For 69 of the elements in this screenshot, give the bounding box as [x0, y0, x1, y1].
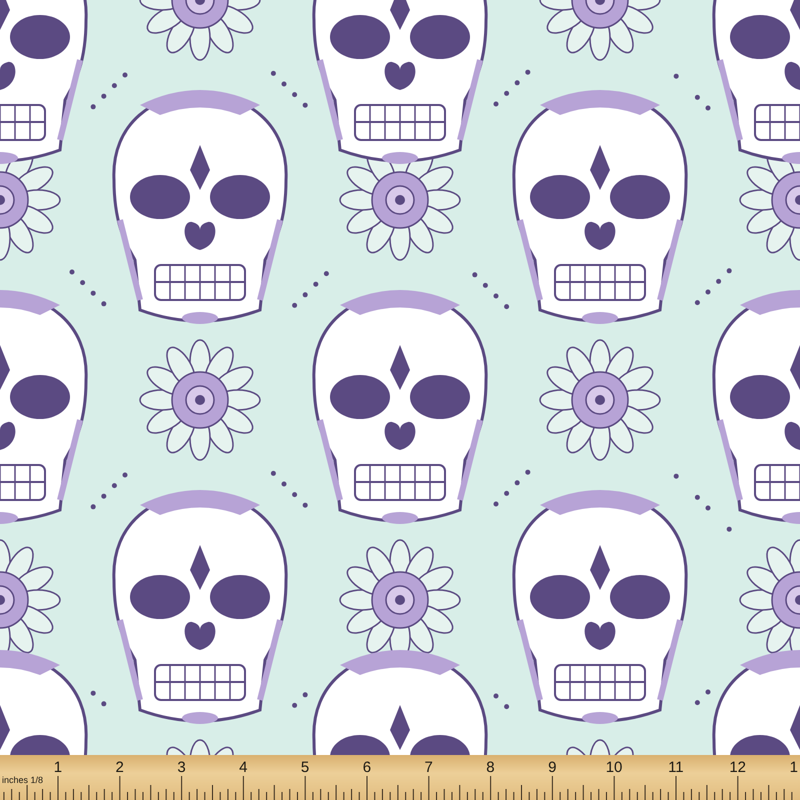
- dot: [112, 483, 117, 488]
- dot: [80, 280, 86, 286]
- dot: [494, 694, 498, 698]
- ruler-number: 10: [604, 759, 624, 777]
- ruler-number: 6: [362, 759, 372, 777]
- dot: [494, 294, 498, 298]
- dot: [482, 282, 488, 288]
- dot: [302, 102, 308, 108]
- dot: [292, 302, 298, 308]
- ruler-number: 7: [424, 759, 434, 777]
- dot: [302, 502, 308, 508]
- dot: [101, 701, 106, 706]
- dot: [694, 494, 700, 500]
- dot: [122, 472, 128, 478]
- dot: [313, 282, 318, 287]
- dot: [694, 700, 700, 706]
- ruler-number: 1: [788, 759, 799, 777]
- dot: [90, 690, 96, 696]
- dot: [525, 470, 530, 475]
- dot: [270, 70, 276, 76]
- dot: [282, 482, 286, 486]
- dot: [726, 268, 732, 274]
- dot: [674, 74, 679, 79]
- dot: [302, 292, 308, 298]
- dot: [694, 94, 700, 100]
- dot: [472, 272, 478, 278]
- dot: [726, 526, 732, 532]
- dot: [706, 106, 710, 110]
- dot: [292, 492, 298, 498]
- dot: [514, 480, 520, 486]
- dot: [706, 290, 710, 294]
- dot: [525, 70, 530, 75]
- dot: [674, 474, 679, 479]
- dot: [706, 690, 710, 694]
- dot: [324, 271, 329, 276]
- dot: [494, 102, 498, 106]
- dot: [101, 94, 106, 99]
- dot: [694, 300, 700, 306]
- dot: [292, 92, 298, 98]
- dot: [504, 704, 510, 710]
- dot: [112, 83, 117, 88]
- ruler-number: 5: [300, 759, 310, 777]
- dot: [101, 301, 106, 306]
- dot: [282, 82, 286, 86]
- ruler-number: 3: [176, 759, 187, 777]
- dot: [504, 304, 510, 310]
- dot: [302, 692, 308, 698]
- dot: [494, 502, 498, 506]
- unit-label: inches 1/8: [2, 775, 44, 785]
- ruler-number: 12: [728, 759, 747, 777]
- dot: [90, 290, 96, 296]
- ruler-number: 2: [114, 759, 125, 777]
- dot: [514, 80, 520, 86]
- ruler-number: 11: [667, 759, 685, 777]
- ruler-number: 1: [52, 759, 64, 777]
- ruler-number: 8: [485, 759, 496, 777]
- dot: [504, 90, 510, 96]
- ruler-number: 4: [238, 759, 248, 777]
- dot: [70, 270, 74, 274]
- dot: [706, 506, 710, 510]
- dot: [90, 504, 96, 510]
- dot: [122, 72, 128, 78]
- dot: [504, 490, 510, 496]
- dot: [716, 278, 722, 284]
- dot: [270, 470, 276, 476]
- ruler-number: 9: [547, 759, 558, 777]
- dot: [101, 494, 106, 499]
- dot: [292, 702, 298, 708]
- dot: [90, 104, 96, 110]
